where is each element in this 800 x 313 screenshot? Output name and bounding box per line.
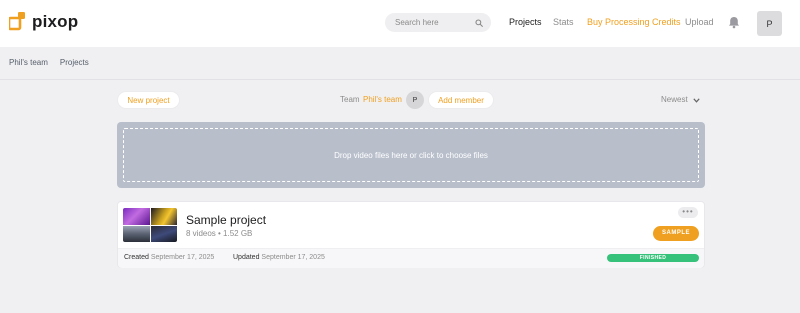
search-input[interactable]: [395, 18, 471, 27]
team-label: Team: [340, 95, 360, 104]
user-avatar[interactable]: P: [757, 11, 782, 36]
updated-info: Updated September 17, 2025: [233, 253, 325, 262]
search-icon[interactable]: [475, 18, 483, 27]
project-card[interactable]: Sample project 8 videos • 1.52 GB ••• SA…: [117, 201, 705, 268]
video-thumbnail: [123, 208, 150, 225]
video-thumbnail: [150, 208, 177, 225]
dropzone-text: Drop video files here or click to choose…: [334, 150, 488, 160]
pixop-logo-icon: [9, 12, 25, 31]
top-navigation-bar: pixop Projects Stats Buy Processing Cred…: [0, 0, 800, 47]
team-member-avatar[interactable]: P: [406, 91, 424, 109]
project-title[interactable]: Sample project: [186, 213, 266, 227]
sample-badge: SAMPLE: [653, 226, 699, 241]
upload-dropzone[interactable]: Drop video files here or click to choose…: [117, 122, 705, 188]
sort-value: Newest: [661, 95, 688, 104]
created-label: Created: [124, 254, 149, 261]
breadcrumb-team[interactable]: Phil's team: [9, 58, 48, 68]
nav-stats[interactable]: Stats: [553, 17, 574, 28]
project-thumbnails[interactable]: [123, 208, 177, 242]
divider: [0, 79, 800, 80]
bell-icon[interactable]: [728, 16, 740, 29]
breadcrumb: Phil's team Projects: [9, 58, 89, 68]
project-meta: 8 videos • 1.52 GB: [186, 229, 253, 238]
team-name-link[interactable]: Phil's team: [363, 95, 402, 105]
updated-label: Updated: [233, 254, 260, 261]
pixop-logo[interactable]: pixop: [9, 12, 78, 31]
search-box[interactable]: [385, 13, 491, 32]
new-project-button[interactable]: New project: [117, 91, 180, 109]
created-date: September 17, 2025: [150, 254, 215, 261]
nav-upload[interactable]: Upload: [685, 17, 714, 28]
video-thumbnail: [150, 225, 177, 242]
sort-dropdown[interactable]: Newest: [661, 95, 700, 105]
nav-buy-processing-credits[interactable]: Buy Processing Credits: [587, 17, 681, 28]
updated-date: September 17, 2025: [261, 254, 325, 261]
chevron-down-icon: [693, 97, 700, 103]
add-member-button[interactable]: Add member: [428, 91, 494, 109]
breadcrumb-projects[interactable]: Projects: [60, 58, 89, 68]
dropzone-border: Drop video files here or click to choose…: [123, 128, 699, 182]
status-badge: FINISHED: [607, 254, 699, 262]
video-thumbnail: [123, 225, 150, 242]
created-info: Created September 17, 2025: [124, 253, 214, 262]
app-name: pixop: [32, 12, 79, 31]
nav-projects[interactable]: Projects: [509, 17, 542, 28]
more-options-button[interactable]: •••: [678, 207, 698, 218]
